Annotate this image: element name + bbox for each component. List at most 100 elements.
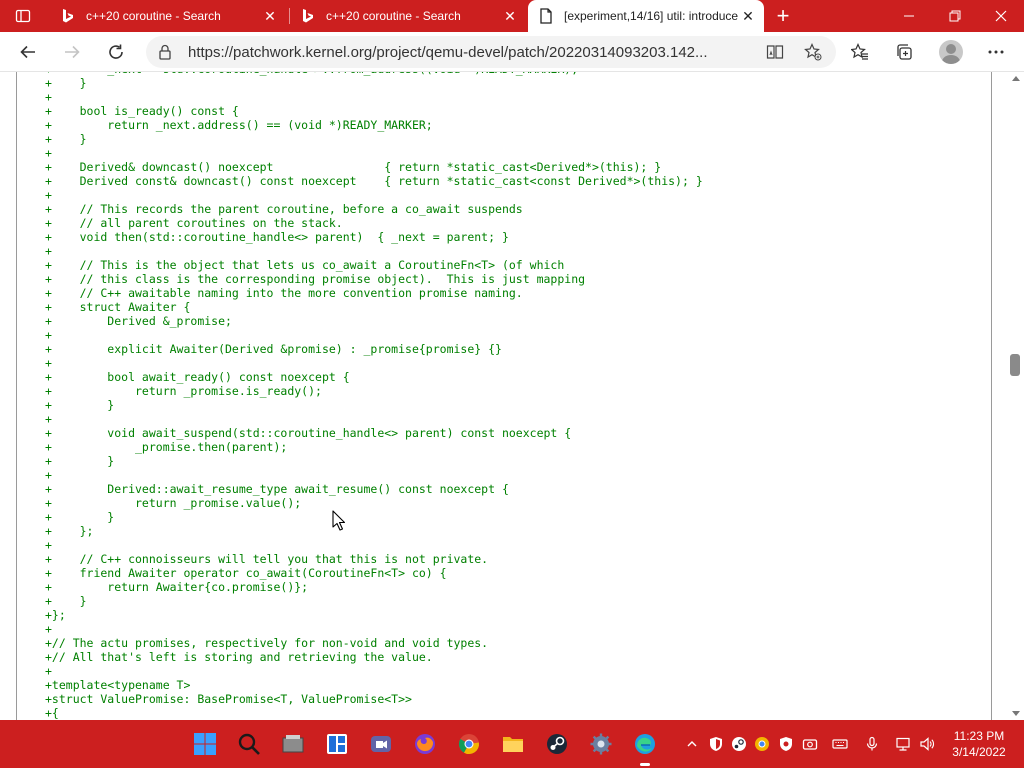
add-favorite-icon[interactable] [804, 43, 822, 66]
code-line: + [45, 90, 52, 104]
steam-tray-icon[interactable] [729, 734, 749, 754]
code-line: + [45, 244, 52, 258]
code-line: + void then(std::coroutine_handle<> pare… [45, 230, 509, 244]
tab-title: c++20 coroutine - Search [86, 9, 221, 23]
code-line: +{ [45, 706, 59, 720]
steam-icon[interactable] [541, 728, 573, 760]
code-line: +struct ValuePromise: BasePromise<T, Val… [45, 692, 412, 706]
code-line: + friend Awaiter operator co_await(Corou… [45, 566, 447, 580]
browser-toolbar: https://patchwork.kernel.org/project/qem… [0, 32, 1024, 72]
clock-date: 3/14/2022 [952, 745, 1006, 759]
code-line: + return Awaiter{co.promise()}; [45, 580, 309, 594]
collections-icon[interactable] [890, 38, 918, 66]
scroll-down-icon[interactable] [1012, 711, 1020, 716]
code-line: + // This is the object that lets us co_… [45, 258, 565, 272]
code-line: + // C++ connoisseurs will tell you that… [45, 552, 489, 566]
scrollbar-thumb[interactable] [1010, 354, 1020, 376]
back-icon[interactable] [14, 38, 42, 66]
code-line: + _promise.then(parent); [45, 440, 288, 454]
code-line: + Derived::await_resume_type await_resum… [45, 482, 509, 496]
search-icon[interactable] [233, 728, 265, 760]
code-line: + bool await_ready() const noexcept { [45, 370, 350, 384]
tab-search-1[interactable]: c++20 coroutine - Search ✕ [50, 0, 286, 32]
code-line: +template<typename T> [45, 678, 191, 692]
code-line: + Derived& downcast() noexcept { return … [45, 160, 662, 174]
code-line: + } [45, 594, 87, 608]
code-line: +// All that's left is storing and retri… [45, 650, 433, 664]
edge-icon[interactable] [629, 728, 661, 766]
address-bar[interactable]: https://patchwork.kernel.org/project/qem… [146, 36, 836, 68]
code-line: + [45, 538, 52, 552]
taskbar: 11:23 PM 3/14/2022 [0, 720, 1024, 768]
task-view-icon[interactable] [277, 728, 309, 760]
tab-search-2[interactable]: c++20 coroutine - Search ✕ [290, 0, 526, 32]
mouse-cursor-icon [332, 510, 346, 537]
page-icon [538, 8, 554, 24]
code-line: + Derived const& downcast() const noexce… [45, 174, 703, 188]
lock-icon[interactable] [158, 44, 172, 65]
address-url[interactable]: https://patchwork.kernel.org/project/qem… [188, 44, 758, 61]
show-hidden-icons-chevron-up-icon[interactable] [682, 734, 702, 754]
firefox-icon[interactable] [409, 728, 441, 760]
code-line: + } [45, 510, 115, 524]
code-line: + } [45, 132, 87, 146]
clock-time: 11:23 PM [953, 729, 1005, 743]
code-line: + explicit Awaiter(Derived &promise) : _… [45, 342, 502, 356]
profile-avatar[interactable] [939, 40, 963, 64]
code-line: + Derived &_promise; [45, 314, 232, 328]
new-tab-button[interactable]: + [770, 3, 796, 28]
code-line: + [45, 622, 52, 636]
code-line: + // This records the parent coroutine, … [45, 202, 523, 216]
tab-close-icon[interactable]: ✕ [738, 6, 758, 26]
page-content: + _next = std::coroutine_handle<>::from_… [0, 72, 1024, 720]
refresh-icon[interactable] [102, 38, 130, 66]
close-window-icon[interactable] [978, 0, 1024, 32]
scroll-up-icon[interactable] [1012, 76, 1020, 81]
camera-tray-icon[interactable] [800, 734, 820, 754]
chrome-tray-icon[interactable] [752, 734, 772, 754]
restore-icon[interactable] [932, 0, 978, 32]
tab-close-icon[interactable]: ✕ [260, 6, 280, 26]
taskbar-clock[interactable]: 11:23 PM 3/14/2022 [944, 728, 1014, 760]
keyboard-icon[interactable] [830, 734, 850, 754]
volume-speaker-icon[interactable] [917, 734, 937, 754]
chrome-icon[interactable] [453, 728, 485, 760]
code-line: + return _promise.is_ready(); [45, 384, 322, 398]
code-line: +// The actu promises, respectively for … [45, 636, 489, 650]
code-line: + void await_suspend(std::coroutine_hand… [45, 426, 572, 440]
start-windows-icon[interactable] [189, 728, 221, 760]
code-line: + } [45, 454, 115, 468]
code-line: + [45, 412, 52, 426]
favorites-icon[interactable] [846, 38, 874, 66]
code-line: + bool is_ready() const { [45, 104, 239, 118]
file-explorer-icon[interactable] [497, 728, 529, 760]
bing-icon [60, 8, 76, 24]
workspaces-icon[interactable] [10, 4, 36, 28]
code-line: + return _next.address() == (void *)READ… [45, 118, 433, 132]
code-line: + [45, 664, 52, 678]
security-shield-icon[interactable] [706, 734, 726, 754]
bing-icon [300, 8, 316, 24]
code-line: + [45, 328, 52, 342]
patch-diff-box: + _next = std::coroutine_handle<>::from_… [16, 72, 992, 720]
vertical-scrollbar[interactable] [1006, 72, 1024, 720]
tab-close-icon[interactable]: ✕ [500, 6, 520, 26]
teams-chat-icon[interactable] [365, 728, 397, 760]
microphone-icon[interactable] [862, 734, 882, 754]
code-line: + [45, 356, 52, 370]
forward-icon[interactable] [58, 38, 86, 66]
vpn-shield-icon[interactable] [776, 734, 796, 754]
reader-view-icon[interactable] [766, 43, 784, 66]
minimize-icon[interactable] [886, 0, 932, 32]
code-line: + // all parent coroutines on the stack. [45, 216, 343, 230]
network-icon[interactable] [893, 734, 913, 754]
code-line: +}; [45, 608, 66, 622]
more-menu-icon[interactable] [982, 38, 1010, 66]
code-line: + [45, 188, 52, 202]
code-line: + // this class is the corresponding pro… [45, 272, 586, 286]
tab-patch-active[interactable]: [experiment,14/16] util: introduce ✕ [528, 0, 764, 32]
patch-diff-code: + _next = std::coroutine_handle<>::from_… [45, 72, 703, 720]
widgets-icon[interactable] [321, 728, 353, 760]
code-line: + // C++ awaitable naming into the more … [45, 286, 523, 300]
settings-gear-icon[interactable] [585, 728, 617, 760]
